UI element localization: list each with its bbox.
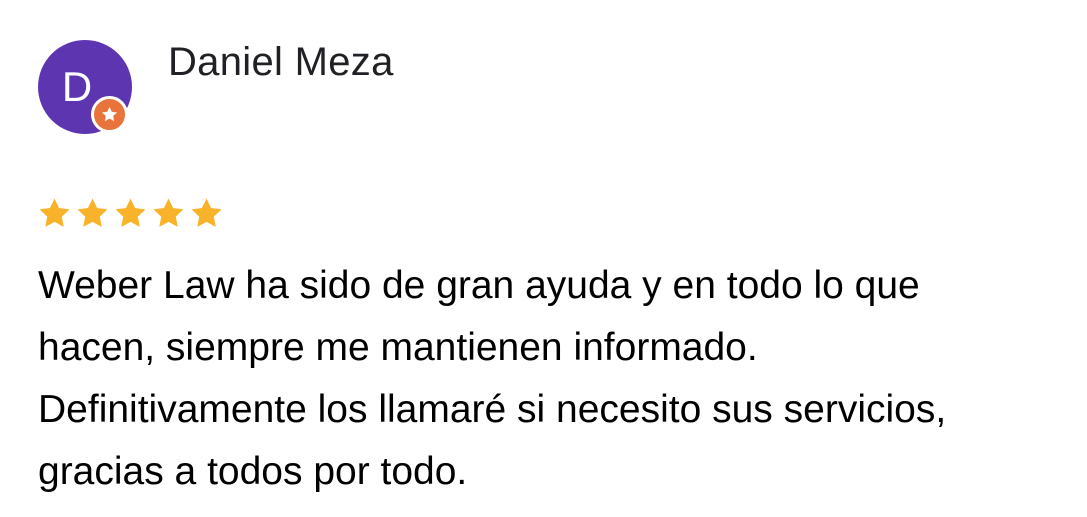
local-guide-star-icon — [101, 106, 118, 122]
local-guide-badge-icon — [91, 96, 128, 133]
star-icon — [115, 198, 146, 227]
star-icon — [39, 198, 70, 227]
star-icon — [153, 198, 184, 227]
star-icon — [191, 198, 222, 227]
review-text: Weber Law ha sido de gran ayuda y en tod… — [38, 255, 1058, 503]
reviewer-name[interactable]: Daniel Meza — [168, 37, 394, 87]
review-line-4: gracias a todos por todo. — [38, 450, 468, 493]
review-line-1: Weber Law ha sido de gran ayuda y en tod… — [38, 264, 920, 307]
review-line-3: Definitivamente los llamaré si necesito … — [38, 388, 947, 431]
star-icon — [77, 198, 108, 227]
star-rating — [36, 195, 225, 233]
review-card: D Daniel Meza Weber Law ha sido de gran … — [0, 0, 1087, 517]
review-line-2: hacen, siempre me mantienen informado. — [38, 326, 758, 369]
